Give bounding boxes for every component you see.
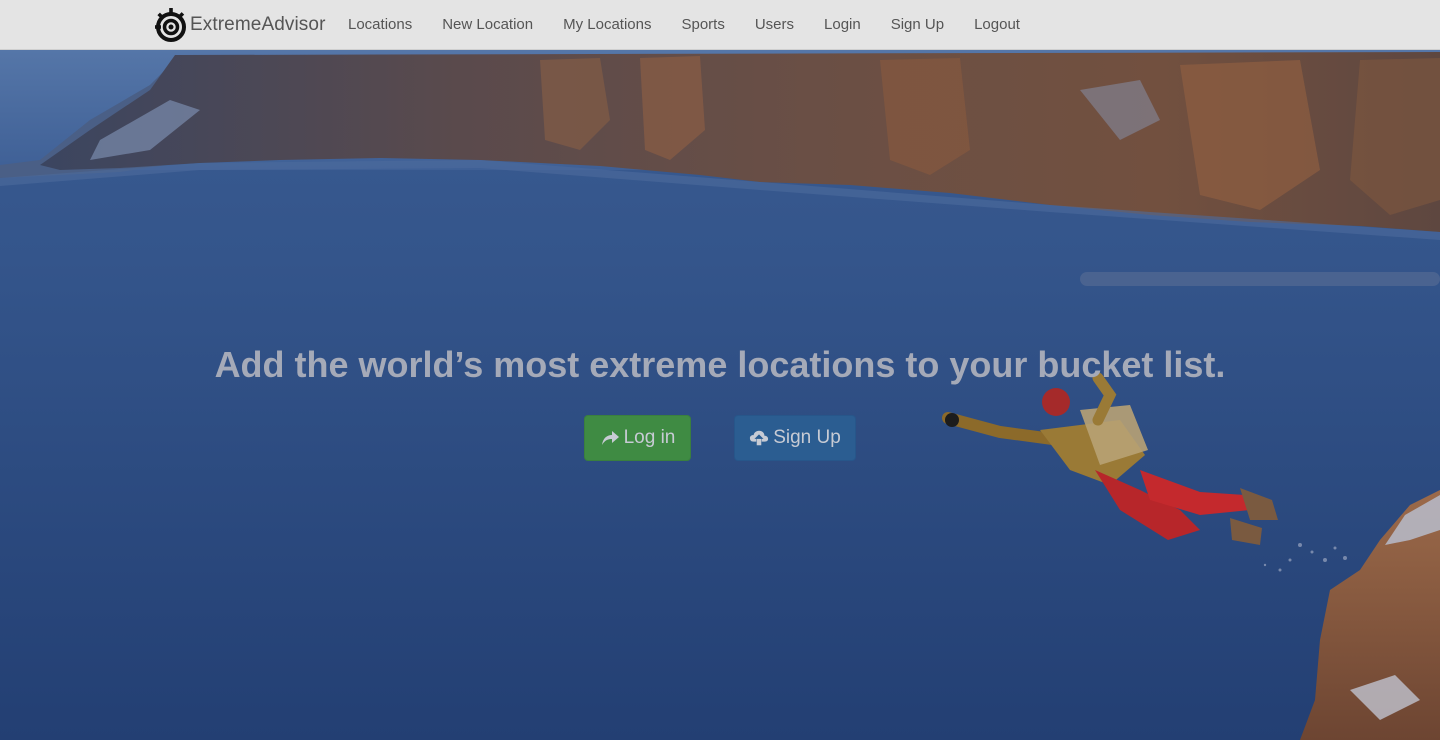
- nav-item-sports[interactable]: Sports: [666, 0, 739, 50]
- steelseries-logo-icon: [155, 8, 186, 42]
- signup-button[interactable]: Sign Up: [734, 415, 856, 461]
- brand-name: ExtremeAdvisor: [190, 14, 326, 35]
- share-arrow-icon: [601, 431, 619, 445]
- nav-item-users[interactable]: Users: [740, 0, 809, 50]
- nav-item-new-location[interactable]: New Location: [427, 0, 548, 50]
- nav-item-logout[interactable]: Logout: [959, 0, 1035, 50]
- login-button-label: Log in: [623, 427, 676, 448]
- nav-item-locations[interactable]: Locations: [333, 0, 427, 50]
- signup-button-label: Sign Up: [773, 427, 841, 448]
- brand-link[interactable]: ExtremeAdvisor: [153, 4, 326, 46]
- nav-item-my-locations[interactable]: My Locations: [548, 0, 666, 50]
- nav-item-sign-up[interactable]: Sign Up: [876, 0, 959, 50]
- hero-headline: Add the world’s most extreme locations t…: [214, 344, 1226, 385]
- cloud-upload-icon: [750, 430, 769, 446]
- login-button[interactable]: Log in: [584, 415, 691, 461]
- top-navbar: ExtremeAdvisor Locations New Location My…: [0, 0, 1440, 50]
- page: ExtremeAdvisor Locations New Location My…: [0, 0, 1440, 740]
- nav-menu: Locations New Location My Locations Spor…: [333, 0, 1035, 50]
- nav-item-login[interactable]: Login: [809, 0, 876, 50]
